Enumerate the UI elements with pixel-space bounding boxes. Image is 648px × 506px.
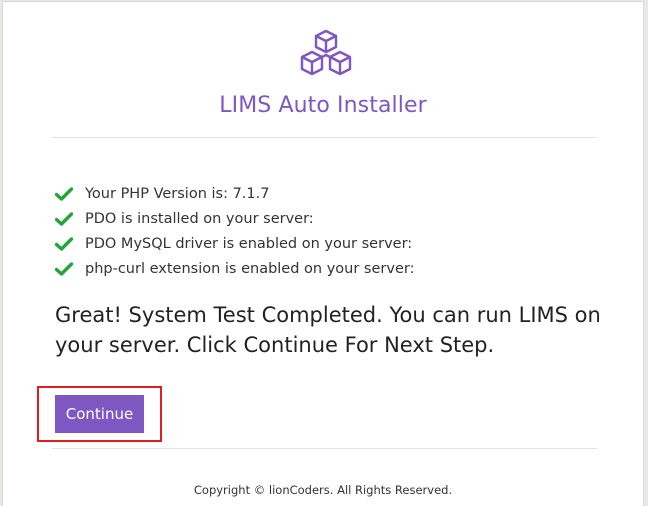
check-text: PDO is installed on your server: — [85, 210, 314, 227]
list-item: php-curl extension is enabled on your se… — [55, 256, 414, 281]
status-message: Great! System Test Completed. You can ru… — [55, 303, 601, 357]
installer-card: LIMS Auto Installer Your PHP Version is:… — [2, 1, 644, 506]
footer-copyright: Copyright © lionCoders. All Rights Reser… — [193, 483, 453, 497]
check-text: PDO MySQL driver is enabled on your serv… — [85, 235, 413, 252]
footer-divider — [52, 448, 597, 449]
check-icon — [55, 236, 73, 251]
list-item: PDO MySQL driver is enabled on your serv… — [55, 231, 414, 256]
list-item: PDO is installed on your server: — [55, 206, 414, 231]
boxes-icon — [300, 29, 352, 76]
check-text: php-curl extension is enabled on your se… — [85, 260, 415, 277]
check-icon — [55, 261, 73, 276]
system-check-list: Your PHP Version is: 7.1.7 PDO is instal… — [55, 181, 414, 281]
check-text: Your PHP Version is: 7.1.7 — [85, 185, 270, 202]
header-divider — [52, 137, 597, 138]
list-item: Your PHP Version is: 7.1.7 — [55, 181, 414, 206]
check-icon — [55, 186, 73, 201]
check-icon — [55, 211, 73, 226]
page-title: LIMS Auto Installer — [219, 93, 427, 118]
continue-button[interactable]: Continue — [55, 395, 144, 433]
